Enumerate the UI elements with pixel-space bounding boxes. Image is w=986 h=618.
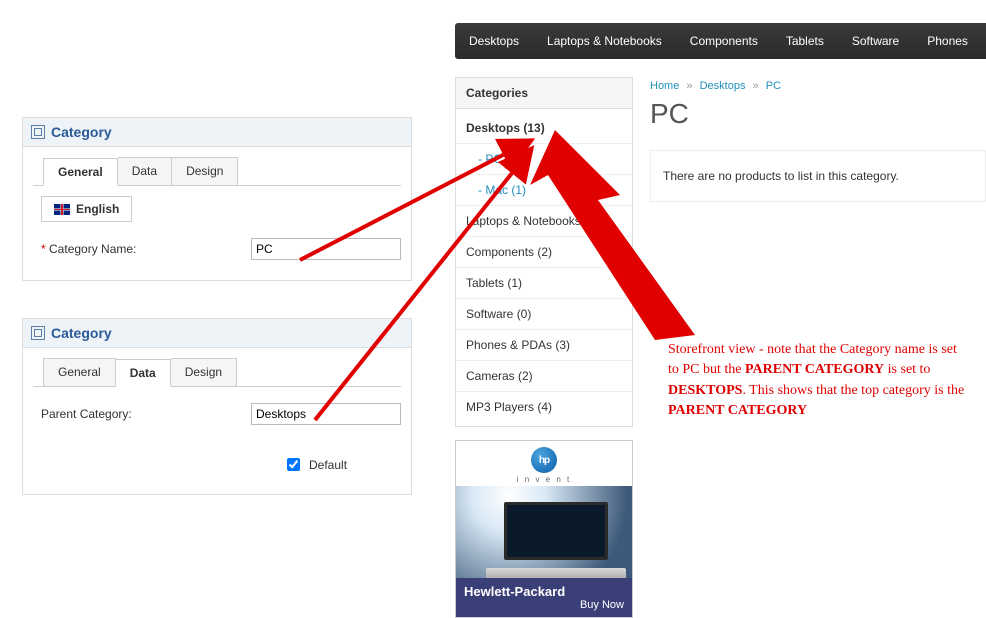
tab-data[interactable]: Data <box>116 359 171 387</box>
parent-category-row: Parent Category: <box>23 387 411 445</box>
default-checkbox-row: Default <box>23 445 411 494</box>
promo-logo-row: hp i n v e n t <box>456 441 632 486</box>
required-mark: * <box>41 242 46 256</box>
categories-title: Categories <box>456 78 632 109</box>
admin-category-panel-general: Category General Data Design English * C… <box>22 117 412 281</box>
storefront-categories-box: Categories Desktops (13) - PC (0) - Mac … <box>455 77 633 427</box>
category-name-label: * Category Name: <box>41 242 251 256</box>
nav-components[interactable]: Components <box>676 34 772 48</box>
default-checkbox-label[interactable]: Default <box>283 455 401 474</box>
default-checkbox[interactable] <box>287 458 300 471</box>
storefront-topnav: Desktops Laptops & Notebooks Components … <box>455 23 986 59</box>
breadcrumb-pc[interactable]: PC <box>766 80 781 92</box>
hp-logo-icon: hp <box>531 447 557 473</box>
cat-desktops-pc[interactable]: - PC (0) <box>456 144 632 175</box>
cat-desktops[interactable]: Desktops (13) <box>456 113 632 144</box>
laptop-icon <box>486 502 626 578</box>
tab-general[interactable]: General <box>43 358 116 386</box>
nav-desktops[interactable]: Desktops <box>455 34 533 48</box>
cat-software[interactable]: Software (0) <box>456 299 632 330</box>
cat-components[interactable]: Components (2) <box>456 237 632 268</box>
categories-list: Desktops (13) - PC (0) - Mac (1) Laptops… <box>456 109 632 426</box>
cat-mp3[interactable]: MP3 Players (4) <box>456 392 632 422</box>
breadcrumb: Home » Desktops » PC <box>650 80 986 92</box>
nav-laptops[interactable]: Laptops & Notebooks <box>533 34 676 48</box>
promo-line1: Hewlett-Packard <box>464 584 624 599</box>
category-name-input[interactable] <box>251 238 401 260</box>
promo-banner-hp[interactable]: hp i n v e n t Hewlett-Packard Buy Now <box>455 440 633 618</box>
admin-tabs: General Data Design <box>33 348 401 386</box>
parent-category-input[interactable] <box>251 403 401 425</box>
promo-caption: Hewlett-Packard Buy Now <box>456 578 632 617</box>
nav-software[interactable]: Software <box>838 34 913 48</box>
flag-gb-icon <box>54 204 70 215</box>
hp-invent-text: i n v e n t <box>517 475 571 484</box>
tab-design[interactable]: Design <box>171 358 237 386</box>
nav-phones[interactable]: Phones <box>913 34 982 48</box>
language-tab-row: English <box>23 186 411 222</box>
parent-category-label: Parent Category: <box>41 407 251 421</box>
panel-title: Category <box>51 124 112 140</box>
empty-category-message: There are no products to list in this ca… <box>650 150 986 202</box>
panel-icon <box>31 326 45 340</box>
panel-icon <box>31 125 45 139</box>
category-name-row: * Category Name: <box>23 222 411 280</box>
page-title: PC <box>650 98 986 130</box>
panel-header: Category <box>23 319 411 348</box>
panel-title: Category <box>51 325 112 341</box>
admin-category-panel-data: Category General Data Design Parent Cate… <box>22 318 412 495</box>
tab-design[interactable]: Design <box>172 157 238 185</box>
language-label: English <box>76 202 119 216</box>
cat-tablets[interactable]: Tablets (1) <box>456 268 632 299</box>
promo-image <box>456 486 632 578</box>
cat-desktops-mac[interactable]: - Mac (1) <box>456 175 632 206</box>
admin-tabs: General Data Design <box>33 147 401 185</box>
cat-phones[interactable]: Phones & PDAs (3) <box>456 330 632 361</box>
tab-general[interactable]: General <box>43 158 118 186</box>
language-tab-english[interactable]: English <box>41 196 132 222</box>
cat-cameras[interactable]: Cameras (2) <box>456 361 632 392</box>
breadcrumb-desktops[interactable]: Desktops <box>700 80 746 92</box>
annotation-text: Storefront view - note that the Category… <box>668 340 968 421</box>
cat-laptops[interactable]: Laptops & Notebooks (5) <box>456 206 632 237</box>
nav-tablets[interactable]: Tablets <box>772 34 838 48</box>
panel-header: Category <box>23 118 411 147</box>
storefront-main: Home » Desktops » PC PC There are no pro… <box>650 80 986 202</box>
tab-data[interactable]: Data <box>118 157 172 185</box>
promo-line2: Buy Now <box>580 599 624 611</box>
breadcrumb-home[interactable]: Home <box>650 80 679 92</box>
